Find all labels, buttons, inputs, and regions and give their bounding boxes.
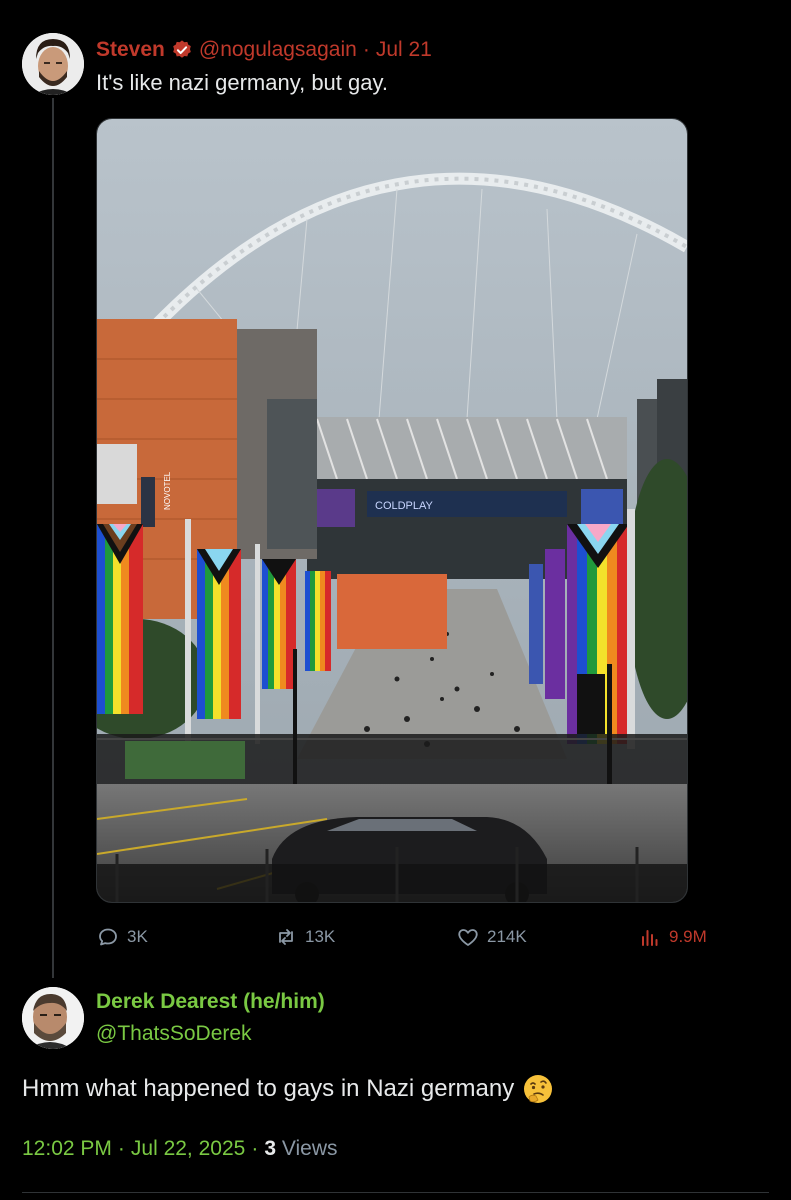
bar-chart-icon xyxy=(642,930,658,946)
separator-dot: · xyxy=(362,38,370,61)
reply-meta: 12:02 PM · Jul 22, 2025 · 3 Views xyxy=(22,1137,338,1161)
avatar[interactable] xyxy=(22,33,84,95)
reply-avatar[interactable] xyxy=(22,987,84,1049)
hotel-sign-text: NOVOTEL xyxy=(163,471,172,510)
tweet-date[interactable]: Jul 21 xyxy=(376,38,432,62)
like-button[interactable]: 214K xyxy=(456,925,527,949)
reply-views-count: 3 xyxy=(264,1137,277,1160)
tweet-thread: Steven @nogulagsagain · Jul 21 It's like… xyxy=(0,0,791,1200)
like-count: 214K xyxy=(487,927,527,946)
thinking-face-emoji xyxy=(522,1073,554,1105)
reply-views-label: Views xyxy=(281,1137,338,1160)
separator-dot: · xyxy=(117,1137,125,1160)
separator-dot: · xyxy=(251,1137,259,1160)
reply-button[interactable]: 3K xyxy=(96,925,148,949)
divider xyxy=(22,1192,769,1193)
thread-connector-line xyxy=(52,98,54,978)
tweet-action-bar: 3K 13K 214K 9.9M xyxy=(96,925,736,953)
stadium-photo: COLDPLAY NOVOTEL xyxy=(97,119,687,902)
reply-text-row: Hmm what happened to gays in Nazi german… xyxy=(22,1073,554,1105)
tweet-media-image[interactable]: COLDPLAY NOVOTEL xyxy=(96,118,688,903)
reply-text: Hmm what happened to gays in Nazi german… xyxy=(22,1075,515,1102)
retweet-icon xyxy=(279,929,293,945)
retweet-count: 13K xyxy=(305,927,336,946)
author-name[interactable]: Steven xyxy=(96,38,165,62)
view-count: 9.9M xyxy=(669,927,707,946)
avatar-portrait-derek xyxy=(22,987,84,1049)
avatar-portrait-steven xyxy=(22,33,84,95)
heart-icon xyxy=(458,929,478,946)
speech-bubble-icon xyxy=(99,928,117,946)
reply-count: 3K xyxy=(127,927,148,946)
reply-author-handle[interactable]: @ThatsSoDerek xyxy=(96,1022,252,1046)
tweet-header: Steven @nogulagsagain · Jul 21 xyxy=(96,36,432,64)
reply-author-name[interactable]: Derek Dearest (he/him) xyxy=(96,990,325,1014)
views-button[interactable]: 9.9M xyxy=(638,925,707,949)
verified-badge-icon xyxy=(171,39,193,61)
author-handle[interactable]: @nogulagsagain xyxy=(199,38,357,62)
scoreboard-text: COLDPLAY xyxy=(375,500,434,512)
retweet-button[interactable]: 13K xyxy=(274,925,335,949)
tweet-text: It's like nazi germany, but gay. xyxy=(96,70,388,95)
reply-date[interactable]: Jul 22, 2025 xyxy=(131,1137,245,1160)
reply-time[interactable]: 12:02 PM xyxy=(22,1137,112,1160)
